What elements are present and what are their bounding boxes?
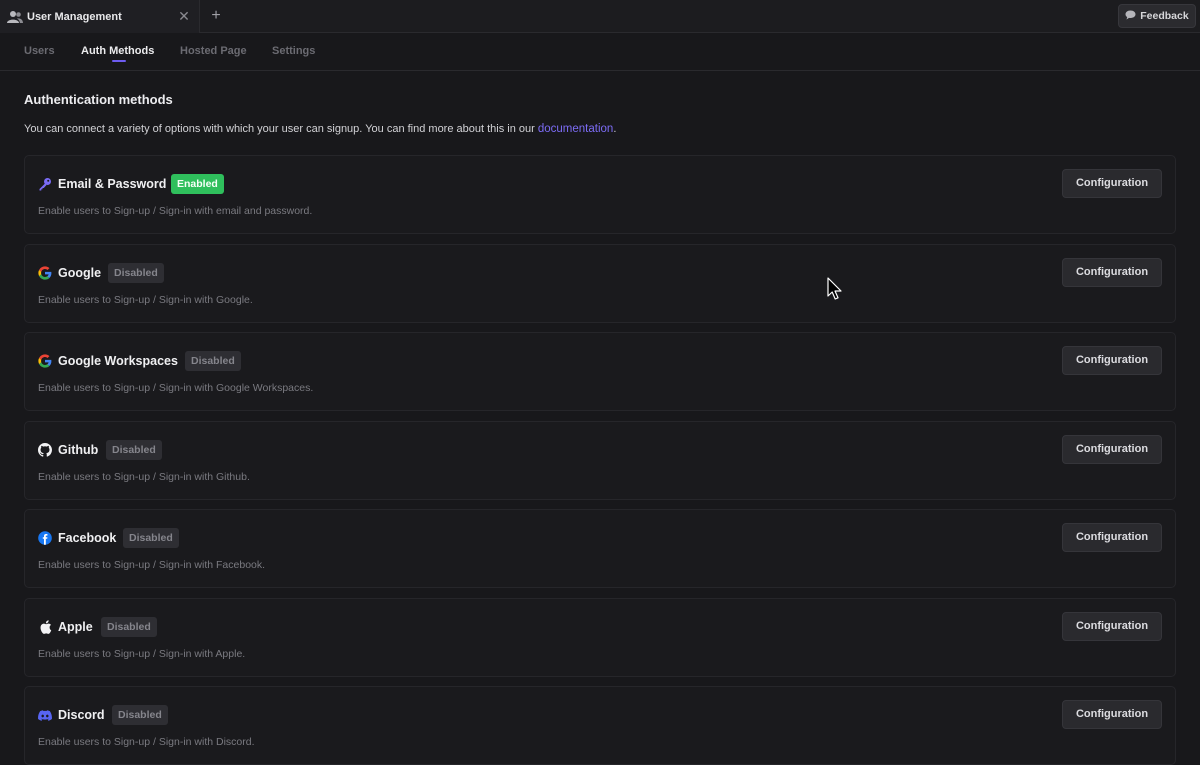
active-tab-indicator: [112, 60, 126, 62]
method-name: Github: [58, 443, 99, 457]
tab-users[interactable]: Users: [24, 45, 55, 57]
method-description: Enable users to Sign-up / Sign-in with G…: [38, 382, 314, 394]
google-icon: [38, 354, 52, 368]
mouse-cursor-icon: [827, 277, 843, 306]
auth-method-card: Email & Password Enabled Enable users to…: [24, 155, 1176, 234]
auth-method-card: Google Disabled Enable users to Sign-up …: [24, 244, 1176, 323]
status-badge: Disabled: [106, 440, 162, 460]
status-badge: Disabled: [185, 351, 241, 371]
users-icon: [7, 9, 23, 25]
description-text: You can connect a variety of options wit…: [24, 123, 535, 135]
key-icon: [38, 177, 52, 191]
window-tab-title: User Management: [27, 10, 122, 23]
top-bar: User Management ✕ + Feedback: [0, 0, 1200, 33]
feedback-button[interactable]: Feedback: [1118, 4, 1196, 28]
auth-method-card: Discord Disabled Enable users to Sign-up…: [24, 686, 1176, 765]
tab-hosted-page[interactable]: Hosted Page: [180, 45, 247, 57]
status-badge: Disabled: [123, 528, 179, 548]
auth-method-card: Github Disabled Enable users to Sign-up …: [24, 421, 1176, 500]
apple-icon: [38, 620, 52, 634]
close-tab-icon[interactable]: ✕: [177, 9, 191, 23]
method-description: Enable users to Sign-up / Sign-in with A…: [38, 648, 246, 660]
status-badge: Disabled: [112, 705, 168, 725]
method-name: Facebook: [58, 531, 117, 545]
github-icon: [38, 443, 52, 457]
method-name: Apple: [58, 620, 93, 634]
configuration-button[interactable]: Configuration: [1062, 700, 1162, 729]
method-description: Enable users to Sign-up / Sign-in with e…: [38, 205, 313, 217]
feedback-label: Feedback: [1140, 10, 1189, 22]
configuration-button[interactable]: Configuration: [1062, 346, 1162, 375]
discord-icon: [38, 708, 52, 722]
auth-method-card: Apple Disabled Enable users to Sign-up /…: [24, 598, 1176, 677]
method-name: Discord: [58, 708, 105, 722]
method-description: Enable users to Sign-up / Sign-in with G…: [38, 471, 250, 483]
description-suffix: .: [613, 123, 617, 135]
status-badge: Disabled: [108, 263, 164, 283]
configuration-button[interactable]: Configuration: [1062, 612, 1162, 641]
tab-auth-methods[interactable]: Auth Methods: [81, 45, 154, 57]
window-tab[interactable]: User Management ✕: [0, 0, 200, 33]
method-description: Enable users to Sign-up / Sign-in with D…: [38, 736, 255, 748]
method-description: Enable users to Sign-up / Sign-in with G…: [38, 294, 253, 306]
documentation-link[interactable]: documentation: [538, 123, 613, 135]
facebook-icon: [38, 531, 52, 545]
new-tab-icon[interactable]: +: [208, 8, 224, 24]
configuration-button[interactable]: Configuration: [1062, 523, 1162, 552]
status-badge: Enabled: [171, 174, 224, 194]
page-description: You can connect a variety of options wit…: [24, 123, 616, 135]
tab-settings[interactable]: Settings: [272, 45, 315, 57]
page-title: Authentication methods: [24, 92, 173, 107]
method-description: Enable users to Sign-up / Sign-in with F…: [38, 559, 266, 571]
configuration-button[interactable]: Configuration: [1062, 258, 1162, 287]
sub-navigation: Users Auth Methods Hosted Page Settings: [0, 33, 1200, 71]
chat-bubble-icon: [1125, 10, 1136, 23]
auth-method-card: Google Workspaces Disabled Enable users …: [24, 332, 1176, 411]
method-name: Google: [58, 266, 102, 280]
configuration-button[interactable]: Configuration: [1062, 169, 1162, 198]
method-name: Google Workspaces: [58, 354, 178, 368]
google-icon: [38, 266, 52, 280]
method-name: Email & Password: [58, 177, 167, 191]
configuration-button[interactable]: Configuration: [1062, 435, 1162, 464]
status-badge: Disabled: [101, 617, 157, 637]
auth-method-card: Facebook Disabled Enable users to Sign-u…: [24, 509, 1176, 588]
